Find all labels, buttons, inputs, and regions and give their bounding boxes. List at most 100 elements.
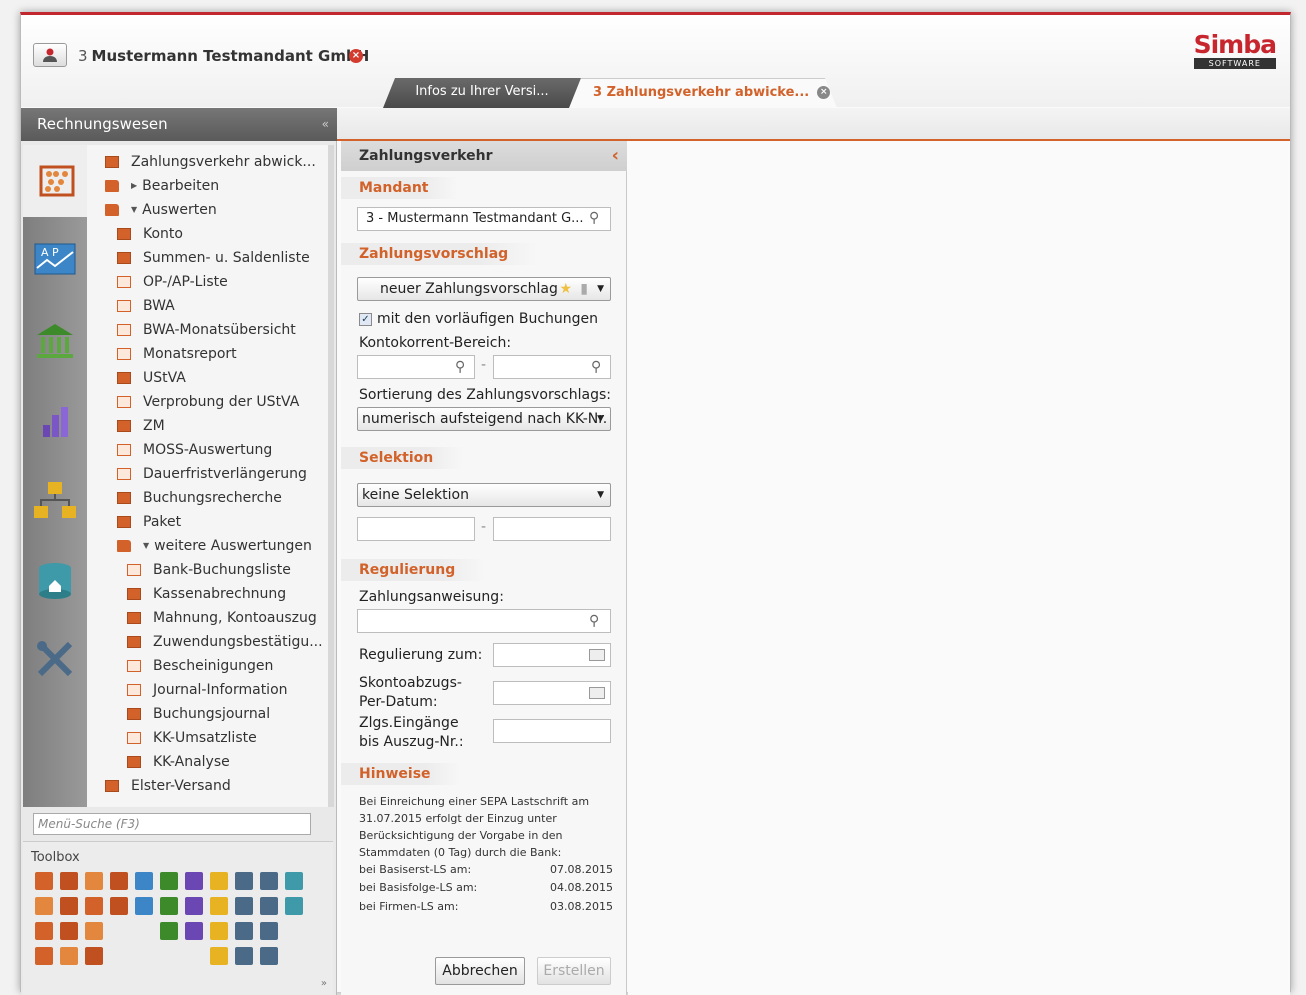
tool-icon[interactable] <box>160 872 178 890</box>
rail-extras[interactable] <box>23 623 87 695</box>
tool-icon[interactable] <box>85 897 103 915</box>
search-icon[interactable]: ⚲ <box>591 359 601 375</box>
menu-item-bescheinigungen[interactable]: Bescheinigungen <box>127 655 273 677</box>
close-tab-icon[interactable]: × <box>817 86 830 99</box>
tool-icon[interactable] <box>160 897 178 915</box>
menu-item-zahlungsverkehr[interactable]: Zahlungsverkehr abwick... <box>105 151 316 173</box>
menu-item-weitere[interactable]: ▼ weitere Auswertungen <box>117 535 312 557</box>
menu-scrollbar[interactable] <box>328 145 334 807</box>
menu-item-ustva[interactable]: UStVA <box>117 367 186 389</box>
tool-icon[interactable] <box>60 947 78 965</box>
tool-icon[interactable] <box>260 922 278 940</box>
tool-icon[interactable] <box>260 947 278 965</box>
collapse-panel-icon[interactable]: ‹ <box>612 141 619 171</box>
menu-item-elster[interactable]: Elster-Versand <box>105 775 231 797</box>
menu-item-buchungsrecherche[interactable]: Buchungsrecherche <box>117 487 282 509</box>
create-button[interactable]: Erstellen <box>537 957 611 985</box>
tool-icon[interactable] <box>185 922 203 940</box>
client-select-button[interactable] <box>33 43 67 67</box>
tool-icon[interactable] <box>110 897 128 915</box>
cancel-button[interactable]: Abbrechen <box>435 957 525 985</box>
chevron-down-icon[interactable]: ▼ <box>597 408 604 430</box>
tab-zahlungsverkehr[interactable]: 3 Zahlungsverkehr abwicke... × <box>569 78 837 108</box>
tool-icon[interactable] <box>85 947 103 965</box>
tool-icon[interactable] <box>285 872 303 890</box>
tool-icon[interactable] <box>60 872 78 890</box>
tool-icon[interactable] <box>260 872 278 890</box>
tool-icon[interactable] <box>210 897 228 915</box>
menu-item-buchungsjournal[interactable]: Buchungsjournal <box>127 703 270 725</box>
tool-icon[interactable] <box>160 922 178 940</box>
calendar-icon[interactable] <box>589 687 605 699</box>
tool-icon[interactable] <box>85 922 103 940</box>
menu-item-summen[interactable]: Summen- u. Saldenliste <box>117 247 310 269</box>
menu-item-bwa-monat[interactable]: BWA-Monatsübersicht <box>117 319 296 341</box>
menu-item-moss[interactable]: MOSS-Auswertung <box>117 439 272 461</box>
menu-item-kassenabrechnung[interactable]: Kassenabrechnung <box>127 583 286 605</box>
menu-item-dauerfrist[interactable]: Dauerfristverlängerung <box>117 463 307 485</box>
tool-icon[interactable] <box>235 922 253 940</box>
auszug-nr-input[interactable] <box>493 719 611 743</box>
chevron-down-icon[interactable]: ▼ <box>597 278 604 300</box>
menu-item-verprobung[interactable]: Verprobung der UStVA <box>117 391 299 413</box>
tab-version-info[interactable]: Infos zu Ihrer Versi... <box>383 78 581 108</box>
zahlungsanweisung-input[interactable] <box>357 609 611 633</box>
menu-item-op-ap[interactable]: OP-/AP-Liste <box>117 271 228 293</box>
vorlaeufige-buchungen-checkbox[interactable]: ✓ <box>359 313 372 326</box>
zahlungsvorschlag-select[interactable]: neuer Zahlungsvorschlag ★ ▮ ▼ <box>357 277 611 301</box>
menu-item-auswerten[interactable]: ▼ Auswerten <box>105 199 217 221</box>
search-icon[interactable]: ⚲ <box>455 359 465 375</box>
tool-icon[interactable] <box>185 872 203 890</box>
trash-icon[interactable]: ▮ <box>580 278 588 300</box>
menu-item-zm[interactable]: ZM <box>117 415 165 437</box>
chevron-down-icon[interactable]: ▼ <box>597 484 604 506</box>
tool-icon[interactable] <box>35 922 53 940</box>
menu-item-paket[interactable]: Paket <box>117 511 181 533</box>
tool-icon[interactable] <box>135 897 153 915</box>
calendar-icon[interactable] <box>589 649 605 661</box>
mandant-field[interactable]: 3 - Mustermann Testmandant G... <box>357 207 611 231</box>
tool-icon[interactable] <box>285 897 303 915</box>
tool-icon[interactable] <box>260 897 278 915</box>
menu-item-konto[interactable]: Konto <box>117 223 183 245</box>
tool-icon[interactable] <box>210 922 228 940</box>
menu-item-journal-info[interactable]: Journal-Information <box>127 679 288 701</box>
tool-icon[interactable] <box>110 872 128 890</box>
menu-item-kk-umsatzliste[interactable]: KK-Umsatzliste <box>127 727 257 749</box>
close-client-icon[interactable]: × <box>349 49 363 63</box>
menu-item-kk-analyse[interactable]: KK-Analyse <box>127 751 230 773</box>
tool-icon[interactable] <box>35 872 53 890</box>
tool-icon[interactable] <box>235 872 253 890</box>
menu-item-monatsreport[interactable]: Monatsreport <box>117 343 237 365</box>
selektion-from-input[interactable] <box>357 517 475 541</box>
tool-icon[interactable] <box>60 897 78 915</box>
rail-auswertungen[interactable] <box>23 385 87 457</box>
collapse-icon[interactable]: « <box>322 108 329 141</box>
sortierung-select[interactable]: numerisch aufsteigend nach KK-Nr. ▼ <box>357 407 611 431</box>
tool-icon[interactable] <box>210 947 228 965</box>
rail-bank[interactable] <box>23 305 87 377</box>
menu-item-bearbeiten[interactable]: ▶ Bearbeiten <box>105 175 219 197</box>
selektion-to-input[interactable] <box>493 517 611 541</box>
menu-item-mahnung[interactable]: Mahnung, Kontoauszug <box>127 607 317 629</box>
search-icon[interactable]: ⚲ <box>589 210 599 226</box>
rail-datenbank[interactable] <box>23 545 87 617</box>
menu-item-bwa[interactable]: BWA <box>117 295 175 317</box>
star-icon[interactable]: ★ <box>559 278 572 300</box>
tool-icon[interactable] <box>235 947 253 965</box>
rail-anlagen[interactable]: A P <box>23 223 87 295</box>
tool-icon[interactable] <box>60 922 78 940</box>
selektion-select[interactable]: keine Selektion ▼ <box>357 483 611 507</box>
rail-rechnungswesen[interactable] <box>23 145 91 217</box>
tool-icon[interactable] <box>85 872 103 890</box>
menu-item-bank-buchungsliste[interactable]: Bank-Buchungsliste <box>127 559 291 581</box>
tool-icon[interactable] <box>210 872 228 890</box>
tool-icon[interactable] <box>35 947 53 965</box>
search-icon[interactable]: ⚲ <box>589 613 599 629</box>
tool-icon[interactable] <box>35 897 53 915</box>
collapse-arrow-icon[interactable]: ▼ <box>131 199 137 221</box>
rail-organisation[interactable] <box>23 465 87 537</box>
tool-icon[interactable] <box>235 897 253 915</box>
expand-arrow-icon[interactable]: ▶ <box>131 175 137 197</box>
menu-search-input[interactable]: Menü-Suche (F3) <box>33 813 311 835</box>
